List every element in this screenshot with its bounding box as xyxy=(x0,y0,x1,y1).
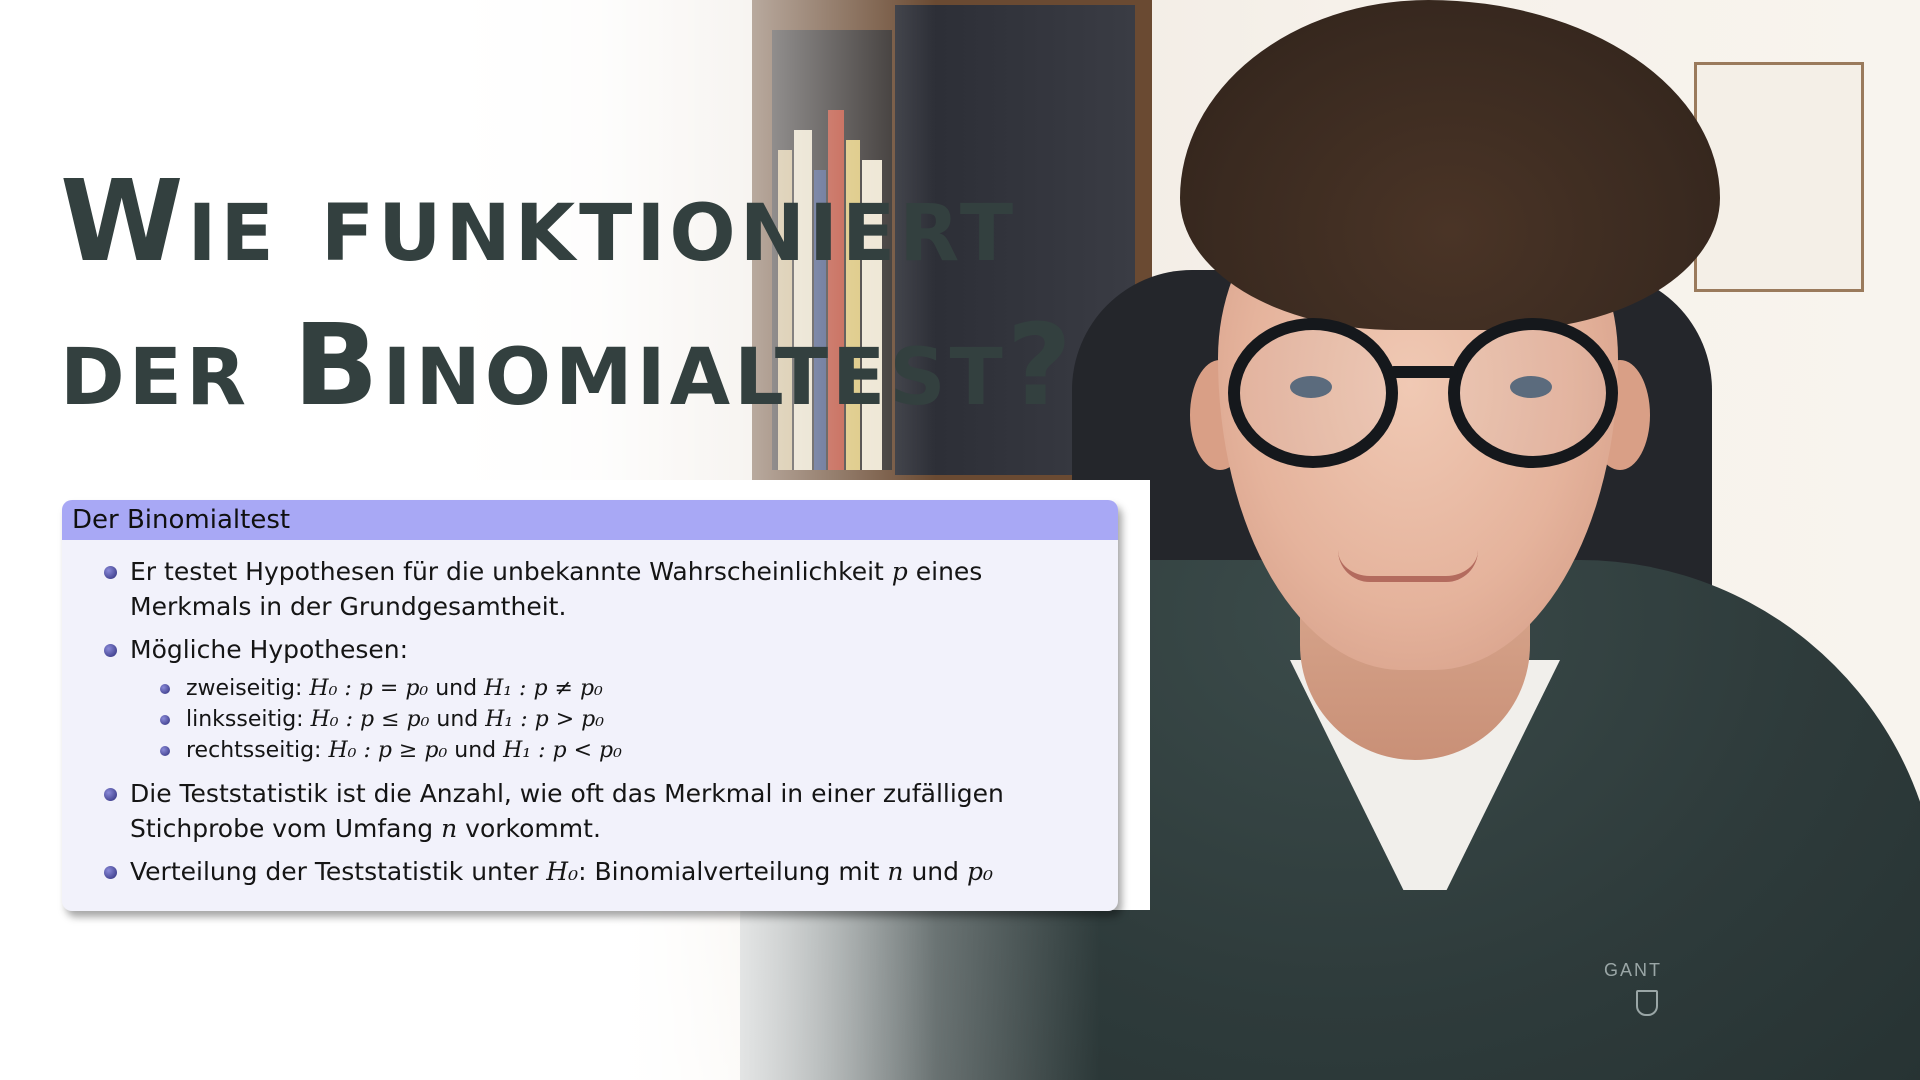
slide-panel: Der Binomialtest Er testet Hypothesen fü… xyxy=(60,480,1150,911)
bullet-icon xyxy=(104,566,117,579)
beamer-block: Der Binomialtest Er testet Hypothesen fü… xyxy=(62,500,1118,911)
video-title-line-1: Wie funktioniert xyxy=(60,157,1018,287)
video-title: Wie funktioniert der Binomialtest? xyxy=(60,150,1076,438)
bullet-icon xyxy=(104,788,117,801)
hypothesis-item: linksseitig: H₀ : p ≤ p₀ und H₁ : p > p₀ xyxy=(160,704,1096,735)
eye-left xyxy=(1290,376,1332,398)
glasses xyxy=(1228,318,1628,478)
list-item: Er testet Hypothesen für die unbekannte … xyxy=(104,554,1096,624)
bullet-icon xyxy=(160,746,170,756)
hypothesis-item: zweiseitig: H₀ : p = p₀ und H₁ : p ≠ p₀ xyxy=(160,673,1096,704)
bullet-icon xyxy=(160,715,170,725)
wall-picture-frame xyxy=(1694,62,1864,292)
brand-shield-icon xyxy=(1636,990,1658,1016)
block-title: Der Binomialtest xyxy=(62,500,1118,540)
hypothesis-item: rechtsseitig: H₀ : p ≥ p₀ und H₁ : p < p… xyxy=(160,735,1096,766)
eye-right xyxy=(1510,376,1552,398)
brand-logo: GANT xyxy=(1604,960,1663,980)
hypotheses-list: zweiseitig: H₀ : p = p₀ und H₁ : p ≠ p₀ … xyxy=(160,673,1096,766)
bullet-icon xyxy=(104,644,117,657)
block-body: Er testet Hypothesen für die unbekannte … xyxy=(62,540,1118,911)
list-item: Verteilung der Teststatistik unter H₀: B… xyxy=(104,854,1096,889)
smile xyxy=(1338,550,1478,582)
video-title-line-2: der Binomialtest? xyxy=(60,301,1076,431)
bullet-icon xyxy=(104,866,117,879)
bullet-icon xyxy=(160,684,170,694)
list-item: Die Teststatistik ist die Anzahl, wie of… xyxy=(104,776,1096,846)
list-item: Mögliche Hypothesen: zweiseitig: H₀ : p … xyxy=(104,632,1096,766)
